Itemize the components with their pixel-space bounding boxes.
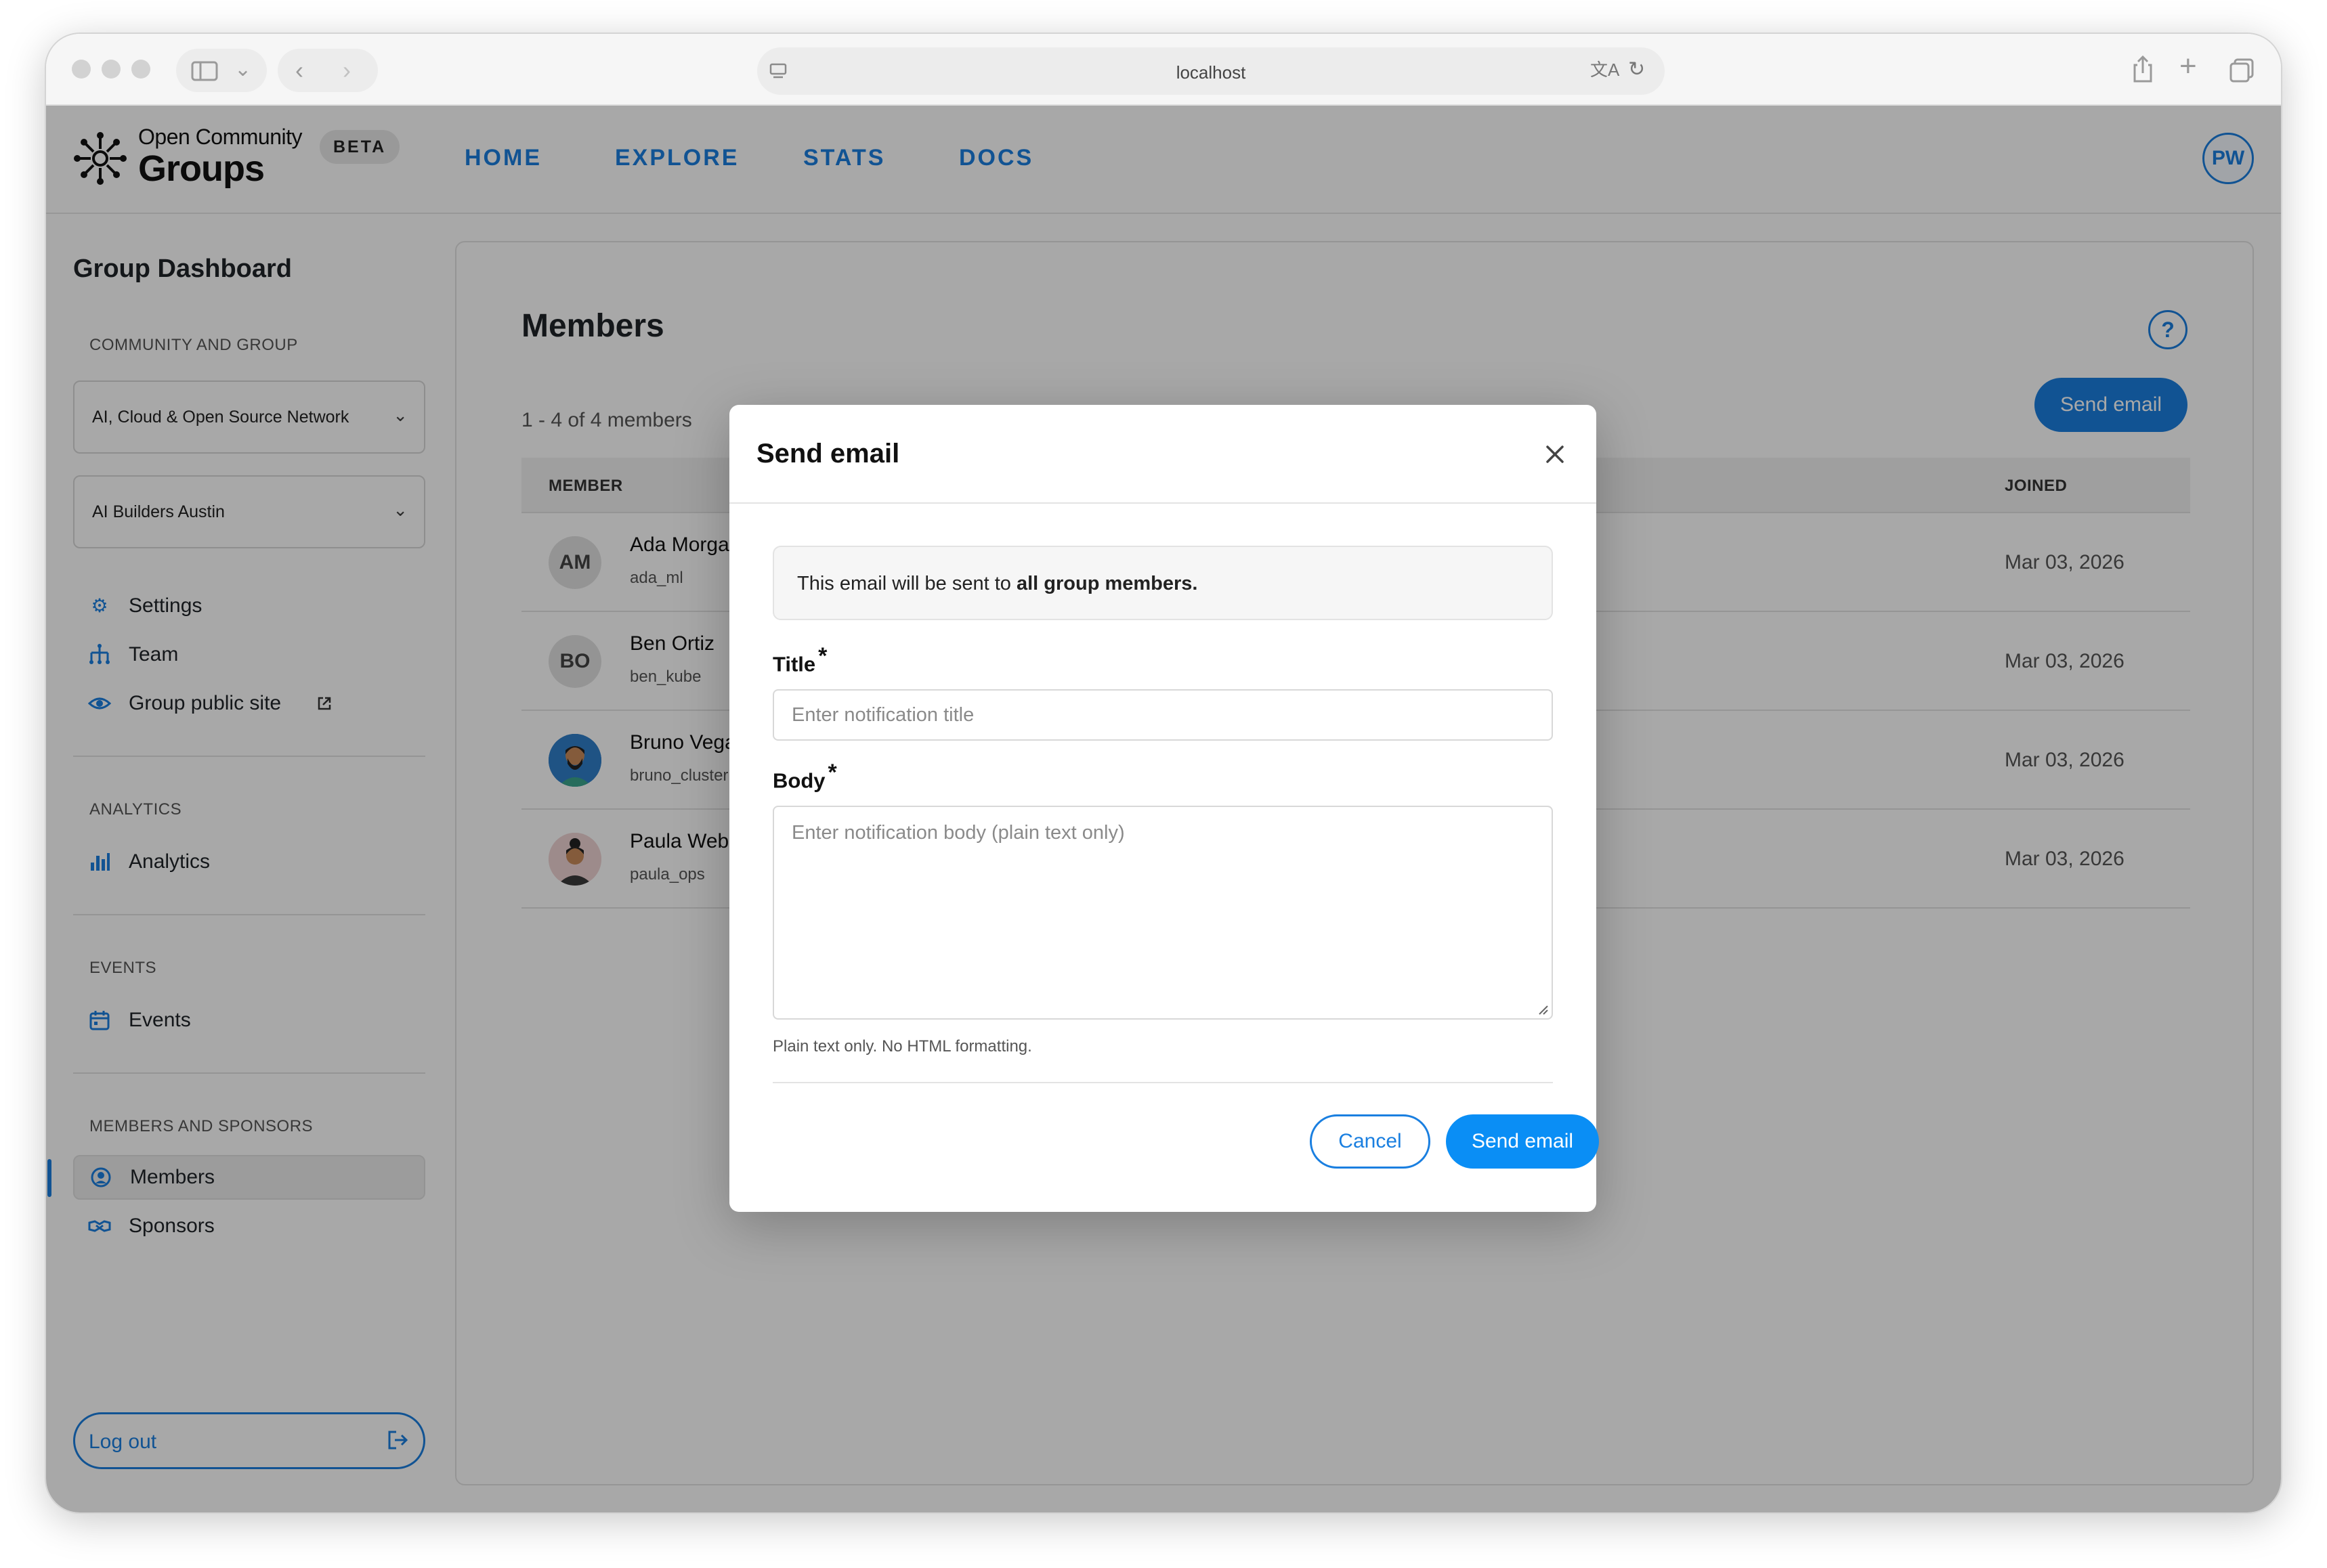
send-email-dialog: Send email This email will be sent to al… <box>729 405 1599 1212</box>
window-close-button[interactable] <box>72 60 91 79</box>
forward-icon[interactable]: › <box>343 58 351 83</box>
sidebar-icon <box>191 61 218 81</box>
required-asterisk: * <box>828 760 837 785</box>
address-bar[interactable]: localhost 文A ↻ <box>757 47 1665 95</box>
dialog-divider <box>773 1082 1553 1083</box>
translate-icon[interactable]: 文A <box>1590 61 1619 79</box>
info-recipients: all group members. <box>1016 573 1198 594</box>
dialog-title: Send email <box>756 439 900 469</box>
title-input[interactable] <box>773 689 1553 741</box>
title-label: Title * <box>773 643 827 676</box>
body-help-text: Plain text only. No HTML formatting. <box>773 1037 1032 1055</box>
browser-toolbar: ⌄ ‹ › localhost 文A ↻ + <box>46 34 2281 106</box>
url-text: localhost <box>1176 62 1246 83</box>
recipient-info-text: This email will be sent to all group mem… <box>797 573 1197 595</box>
back-icon[interactable]: ‹ <box>295 58 303 83</box>
send-email-submit-button[interactable]: Send email <box>1446 1114 1599 1169</box>
sidebar-toggle[interactable]: ⌄ <box>176 49 267 92</box>
recipient-info: This email will be sent to all group mem… <box>773 546 1553 620</box>
body-textarea[interactable] <box>773 806 1553 1020</box>
cancel-button[interactable]: Cancel <box>1310 1114 1430 1169</box>
resize-handle-icon[interactable] <box>1537 1003 1549 1016</box>
chevron-down-icon: ⌄ <box>234 58 252 81</box>
title-label-text: Title <box>773 652 816 676</box>
browser-window: ⌄ ‹ › localhost 文A ↻ + Open Community Gr… <box>46 34 2281 1512</box>
body-label: Body * <box>773 760 837 793</box>
window-minimize-button[interactable] <box>102 60 121 79</box>
new-tab-icon[interactable]: + <box>2179 51 2197 81</box>
close-icon[interactable] <box>1545 444 1565 464</box>
dialog-header: Send email <box>729 405 1596 504</box>
body-label-text: Body <box>773 768 826 793</box>
window-zoom-button[interactable] <box>131 60 150 79</box>
reload-icon[interactable]: ↻ <box>1628 60 1645 80</box>
share-icon[interactable] <box>2131 54 2155 84</box>
tab-overview-icon[interactable] <box>2228 57 2255 84</box>
history-nav: ‹ › <box>278 49 378 92</box>
required-asterisk: * <box>818 643 828 669</box>
info-prefix: This email will be sent to <box>797 573 1017 594</box>
